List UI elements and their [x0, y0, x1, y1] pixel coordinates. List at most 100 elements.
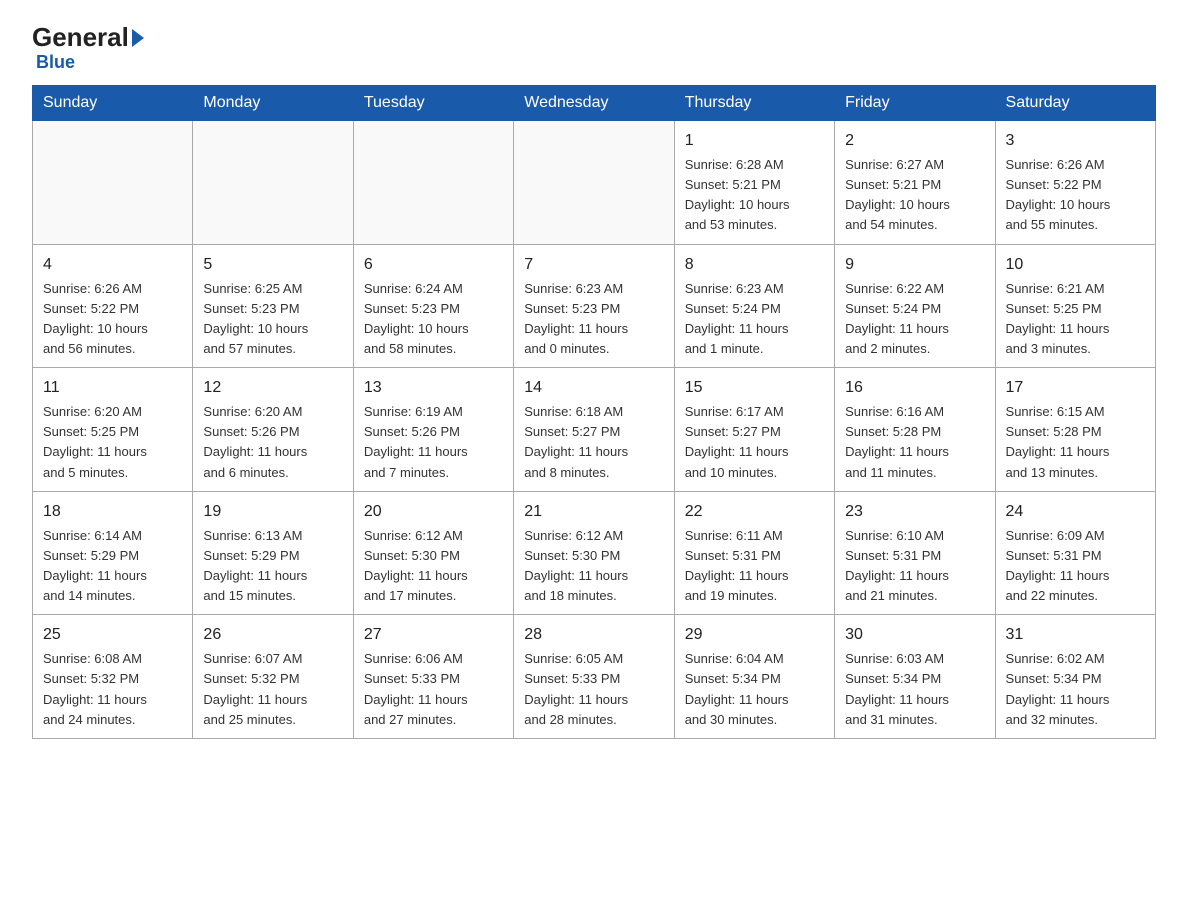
calendar-cell [193, 121, 353, 245]
day-number: 13 [364, 376, 503, 400]
calendar-cell: 9Sunrise: 6:22 AM Sunset: 5:24 PM Daylig… [835, 244, 995, 368]
day-number: 23 [845, 500, 984, 524]
weekday-header-sunday: Sunday [33, 86, 193, 121]
day-number: 19 [203, 500, 342, 524]
week-row-2: 4Sunrise: 6:26 AM Sunset: 5:22 PM Daylig… [33, 244, 1156, 368]
calendar-cell: 7Sunrise: 6:23 AM Sunset: 5:23 PM Daylig… [514, 244, 674, 368]
calendar-body: 1Sunrise: 6:28 AM Sunset: 5:21 PM Daylig… [33, 121, 1156, 739]
calendar-cell: 5Sunrise: 6:25 AM Sunset: 5:23 PM Daylig… [193, 244, 353, 368]
calendar-cell: 8Sunrise: 6:23 AM Sunset: 5:24 PM Daylig… [674, 244, 834, 368]
day-info: Sunrise: 6:13 AM Sunset: 5:29 PM Dayligh… [203, 526, 342, 607]
calendar-cell: 30Sunrise: 6:03 AM Sunset: 5:34 PM Dayli… [835, 615, 995, 739]
weekday-header-wednesday: Wednesday [514, 86, 674, 121]
day-info: Sunrise: 6:14 AM Sunset: 5:29 PM Dayligh… [43, 526, 182, 607]
day-info: Sunrise: 6:22 AM Sunset: 5:24 PM Dayligh… [845, 279, 984, 360]
week-row-5: 25Sunrise: 6:08 AM Sunset: 5:32 PM Dayli… [33, 615, 1156, 739]
day-info: Sunrise: 6:06 AM Sunset: 5:33 PM Dayligh… [364, 649, 503, 730]
calendar-cell: 3Sunrise: 6:26 AM Sunset: 5:22 PM Daylig… [995, 121, 1155, 245]
day-number: 10 [1006, 253, 1145, 277]
calendar-cell: 13Sunrise: 6:19 AM Sunset: 5:26 PM Dayli… [353, 368, 513, 492]
day-info: Sunrise: 6:23 AM Sunset: 5:23 PM Dayligh… [524, 279, 663, 360]
day-info: Sunrise: 6:12 AM Sunset: 5:30 PM Dayligh… [364, 526, 503, 607]
day-number: 27 [364, 623, 503, 647]
day-number: 8 [685, 253, 824, 277]
calendar-cell: 31Sunrise: 6:02 AM Sunset: 5:34 PM Dayli… [995, 615, 1155, 739]
day-number: 11 [43, 376, 182, 400]
weekday-header-thursday: Thursday [674, 86, 834, 121]
day-info: Sunrise: 6:16 AM Sunset: 5:28 PM Dayligh… [845, 402, 984, 483]
calendar-cell: 12Sunrise: 6:20 AM Sunset: 5:26 PM Dayli… [193, 368, 353, 492]
day-info: Sunrise: 6:20 AM Sunset: 5:25 PM Dayligh… [43, 402, 182, 483]
day-number: 24 [1006, 500, 1145, 524]
calendar-cell: 17Sunrise: 6:15 AM Sunset: 5:28 PM Dayli… [995, 368, 1155, 492]
page-header: General Blue [32, 24, 1156, 73]
calendar-table: SundayMondayTuesdayWednesdayThursdayFrid… [32, 85, 1156, 739]
day-info: Sunrise: 6:04 AM Sunset: 5:34 PM Dayligh… [685, 649, 824, 730]
calendar-cell: 29Sunrise: 6:04 AM Sunset: 5:34 PM Dayli… [674, 615, 834, 739]
day-number: 3 [1006, 129, 1145, 153]
day-info: Sunrise: 6:11 AM Sunset: 5:31 PM Dayligh… [685, 526, 824, 607]
calendar-cell: 27Sunrise: 6:06 AM Sunset: 5:33 PM Dayli… [353, 615, 513, 739]
day-number: 22 [685, 500, 824, 524]
day-info: Sunrise: 6:25 AM Sunset: 5:23 PM Dayligh… [203, 279, 342, 360]
calendar-cell: 11Sunrise: 6:20 AM Sunset: 5:25 PM Dayli… [33, 368, 193, 492]
calendar-cell: 19Sunrise: 6:13 AM Sunset: 5:29 PM Dayli… [193, 491, 353, 615]
day-number: 5 [203, 253, 342, 277]
day-number: 31 [1006, 623, 1145, 647]
day-number: 30 [845, 623, 984, 647]
calendar-cell: 10Sunrise: 6:21 AM Sunset: 5:25 PM Dayli… [995, 244, 1155, 368]
weekday-header-friday: Friday [835, 86, 995, 121]
calendar-cell: 16Sunrise: 6:16 AM Sunset: 5:28 PM Dayli… [835, 368, 995, 492]
day-info: Sunrise: 6:07 AM Sunset: 5:32 PM Dayligh… [203, 649, 342, 730]
day-number: 20 [364, 500, 503, 524]
day-number: 16 [845, 376, 984, 400]
weekday-header-monday: Monday [193, 86, 353, 121]
day-info: Sunrise: 6:28 AM Sunset: 5:21 PM Dayligh… [685, 155, 824, 236]
day-info: Sunrise: 6:05 AM Sunset: 5:33 PM Dayligh… [524, 649, 663, 730]
day-info: Sunrise: 6:26 AM Sunset: 5:22 PM Dayligh… [43, 279, 182, 360]
day-number: 4 [43, 253, 182, 277]
week-row-1: 1Sunrise: 6:28 AM Sunset: 5:21 PM Daylig… [33, 121, 1156, 245]
logo: General Blue [32, 24, 144, 73]
day-number: 25 [43, 623, 182, 647]
day-number: 1 [685, 129, 824, 153]
day-number: 6 [364, 253, 503, 277]
calendar-cell: 20Sunrise: 6:12 AM Sunset: 5:30 PM Dayli… [353, 491, 513, 615]
weekday-header-tuesday: Tuesday [353, 86, 513, 121]
day-info: Sunrise: 6:18 AM Sunset: 5:27 PM Dayligh… [524, 402, 663, 483]
day-info: Sunrise: 6:12 AM Sunset: 5:30 PM Dayligh… [524, 526, 663, 607]
day-info: Sunrise: 6:20 AM Sunset: 5:26 PM Dayligh… [203, 402, 342, 483]
logo-arrow-icon [132, 29, 144, 47]
day-info: Sunrise: 6:02 AM Sunset: 5:34 PM Dayligh… [1006, 649, 1145, 730]
day-info: Sunrise: 6:15 AM Sunset: 5:28 PM Dayligh… [1006, 402, 1145, 483]
calendar-cell: 22Sunrise: 6:11 AM Sunset: 5:31 PM Dayli… [674, 491, 834, 615]
day-number: 17 [1006, 376, 1145, 400]
day-info: Sunrise: 6:10 AM Sunset: 5:31 PM Dayligh… [845, 526, 984, 607]
calendar-cell [33, 121, 193, 245]
calendar-cell: 18Sunrise: 6:14 AM Sunset: 5:29 PM Dayli… [33, 491, 193, 615]
calendar-cell: 4Sunrise: 6:26 AM Sunset: 5:22 PM Daylig… [33, 244, 193, 368]
logo-subtitle: Blue [36, 52, 75, 73]
day-number: 7 [524, 253, 663, 277]
day-number: 14 [524, 376, 663, 400]
calendar-cell: 1Sunrise: 6:28 AM Sunset: 5:21 PM Daylig… [674, 121, 834, 245]
day-number: 9 [845, 253, 984, 277]
logo-general: General [32, 24, 129, 50]
day-info: Sunrise: 6:24 AM Sunset: 5:23 PM Dayligh… [364, 279, 503, 360]
calendar-cell: 6Sunrise: 6:24 AM Sunset: 5:23 PM Daylig… [353, 244, 513, 368]
day-info: Sunrise: 6:03 AM Sunset: 5:34 PM Dayligh… [845, 649, 984, 730]
day-info: Sunrise: 6:09 AM Sunset: 5:31 PM Dayligh… [1006, 526, 1145, 607]
day-number: 15 [685, 376, 824, 400]
day-number: 2 [845, 129, 984, 153]
week-row-4: 18Sunrise: 6:14 AM Sunset: 5:29 PM Dayli… [33, 491, 1156, 615]
day-number: 28 [524, 623, 663, 647]
day-info: Sunrise: 6:26 AM Sunset: 5:22 PM Dayligh… [1006, 155, 1145, 236]
day-number: 21 [524, 500, 663, 524]
weekday-header-saturday: Saturday [995, 86, 1155, 121]
day-number: 18 [43, 500, 182, 524]
day-of-week-row: SundayMondayTuesdayWednesdayThursdayFrid… [33, 86, 1156, 121]
calendar-cell: 15Sunrise: 6:17 AM Sunset: 5:27 PM Dayli… [674, 368, 834, 492]
calendar-cell: 14Sunrise: 6:18 AM Sunset: 5:27 PM Dayli… [514, 368, 674, 492]
day-number: 29 [685, 623, 824, 647]
calendar-cell: 2Sunrise: 6:27 AM Sunset: 5:21 PM Daylig… [835, 121, 995, 245]
